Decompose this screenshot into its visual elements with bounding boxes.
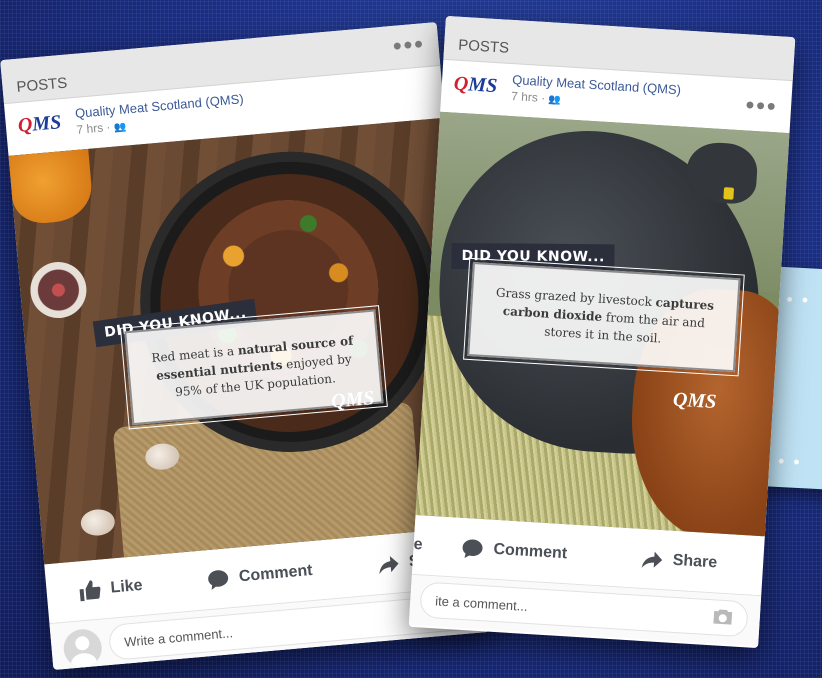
ear-tag [723,187,735,200]
page-name-link[interactable]: Quality Meat Scotland (QMS) [74,91,244,121]
comment-label: Comment [492,540,568,562]
background-dots: • • [785,289,811,311]
like-label-clipped[interactable]: e [413,535,423,554]
post-timestamp[interactable]: 7 hrs · 👥 [511,89,562,106]
comment-button[interactable]: Comment [459,535,568,566]
share-arrow-icon [641,551,662,568]
share-arrow-icon [378,555,399,574]
more-options-icon[interactable]: ●●● [745,96,778,116]
camera-icon[interactable] [711,607,734,626]
like-label: Like [109,576,144,597]
share-button[interactable]: Share [638,546,718,575]
like-button[interactable]: Like [76,573,144,603]
image-qms-watermark: QMS [672,388,717,414]
comment-label: Comment [238,561,314,585]
audience-friends-icon: 👥 [113,121,127,134]
more-options-icon[interactable]: ●●● [392,35,425,56]
comment-button[interactable]: Comment [204,559,313,592]
thumbs-up-icon [79,579,101,601]
audience-friends-icon: 👥 [548,94,562,107]
post-card-cattle: POSTS QMS Quality Meat Scotland (QMS) 7 … [408,15,796,649]
posts-label: POSTS [15,74,69,96]
share-label: Share [672,551,718,571]
post-image-stirfry[interactable]: DID YOU KNOW... Red meat is a natural so… [8,117,481,565]
posts-label: POSTS [457,36,510,57]
qms-logo[interactable]: QMS [17,111,65,141]
fact-box: Grass grazed by livestock captures carbo… [463,257,745,377]
speech-bubble-icon [462,539,483,558]
image-qms-watermark: QMS [330,386,376,413]
speech-bubble-icon [208,569,228,590]
post-timestamp[interactable]: 7 hrs · 👥 [76,119,127,137]
post-image-cattle[interactable]: DID YOU KNOW... Grass grazed by livestoc… [415,111,790,537]
user-avatar [62,627,104,669]
qms-logo[interactable]: QMS [453,73,501,102]
